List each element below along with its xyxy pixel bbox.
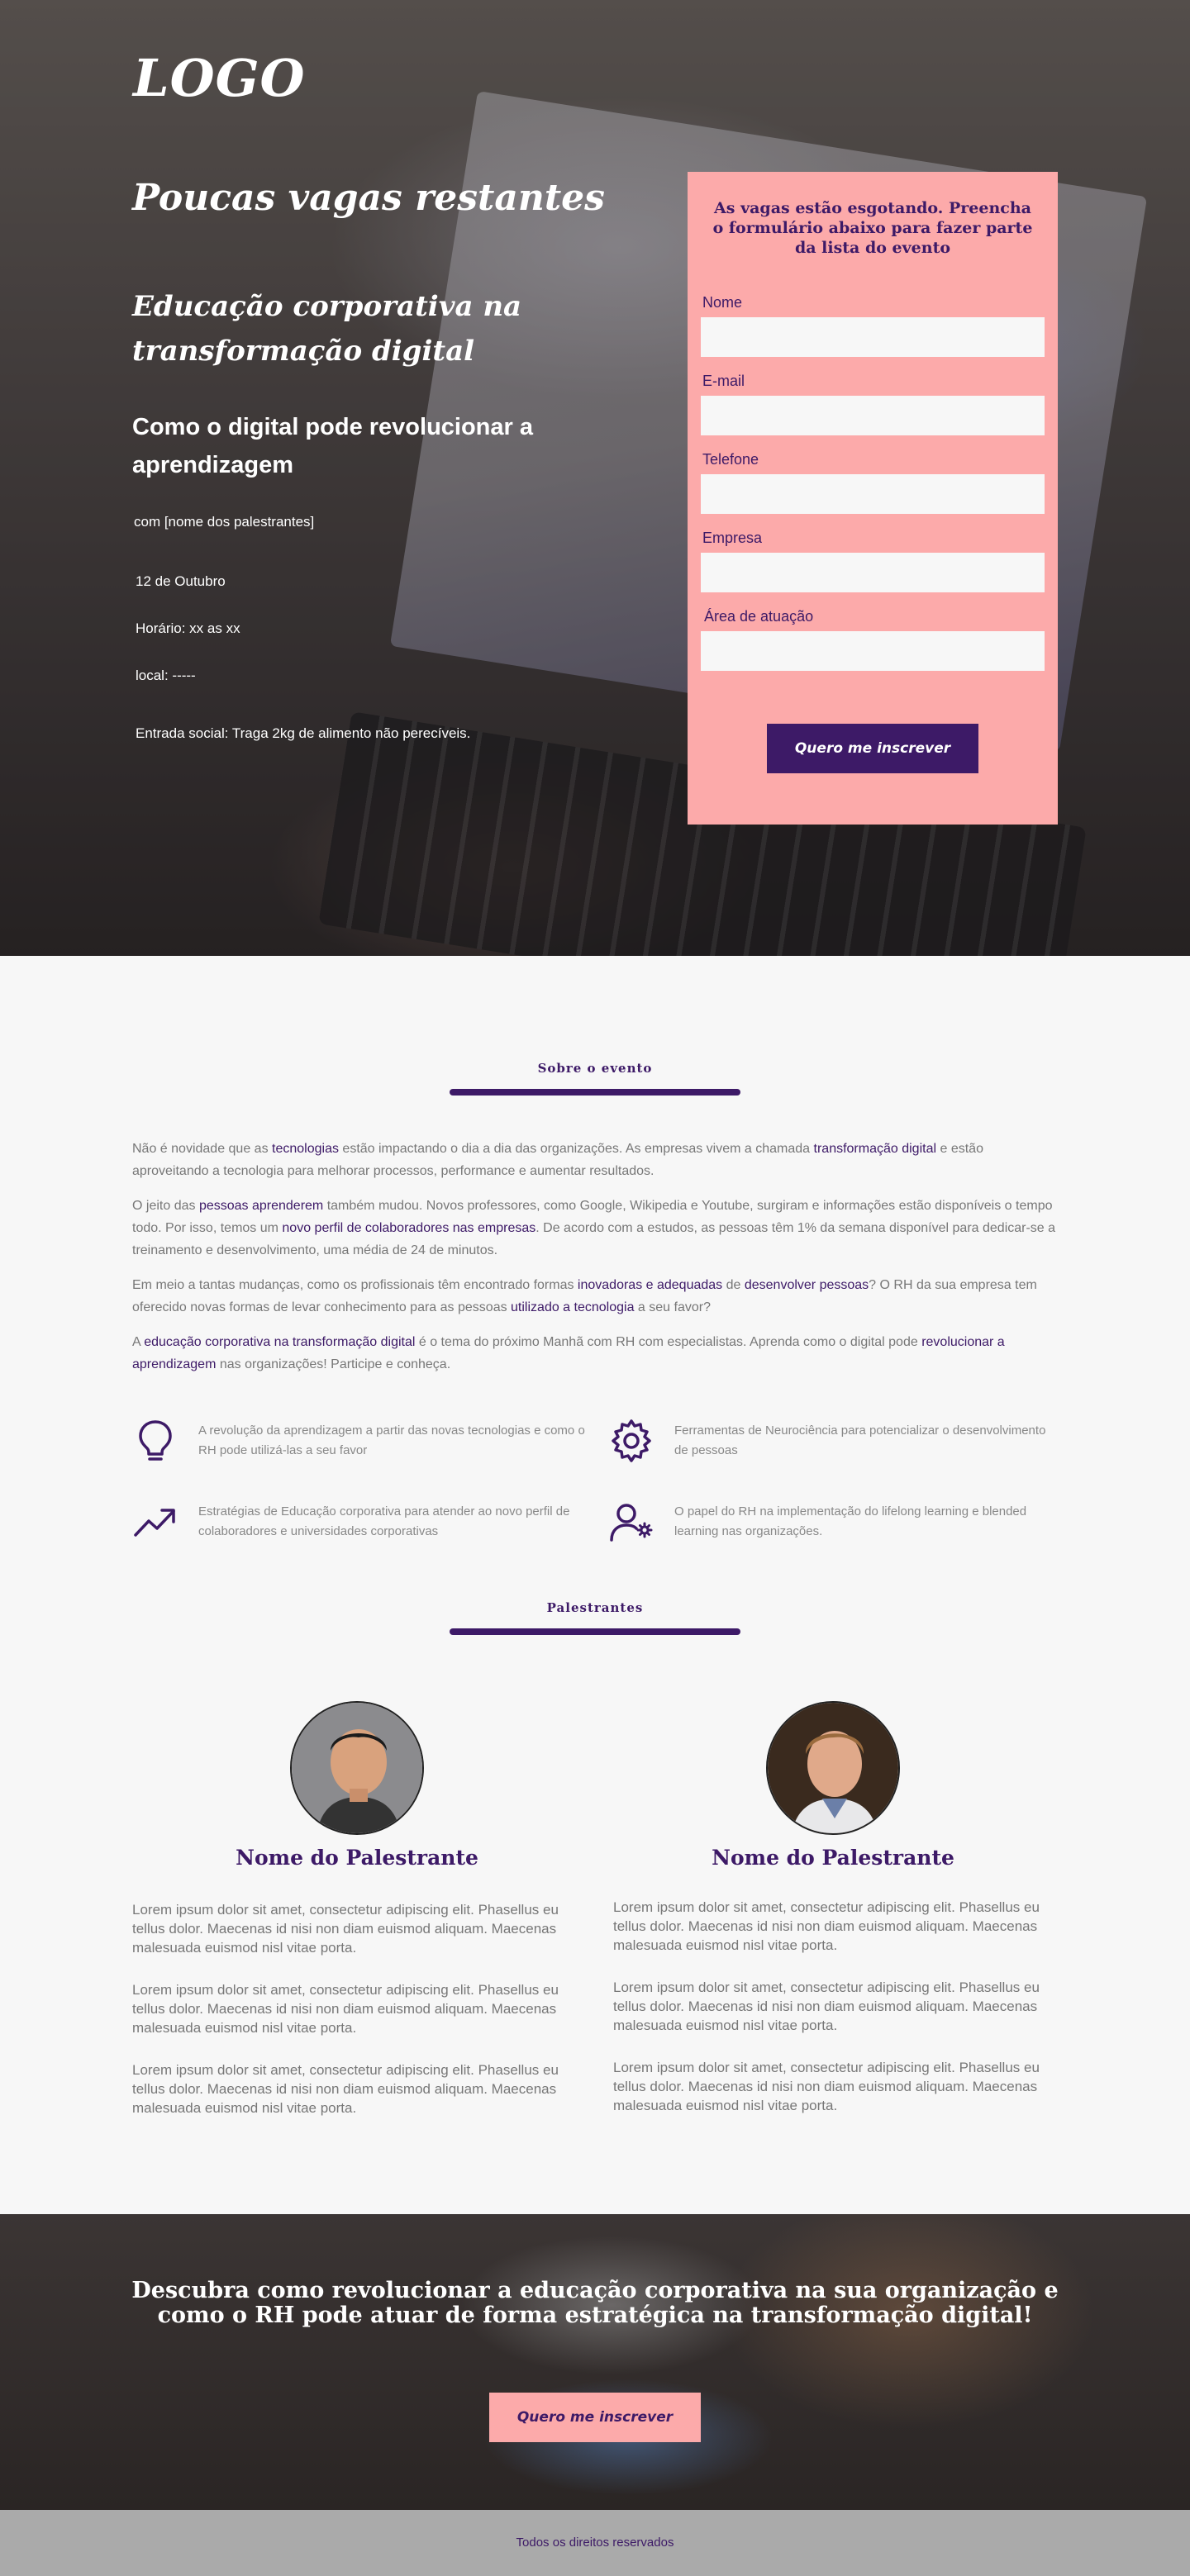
paragraph-text: a seu favor? xyxy=(634,1300,711,1314)
speaker-bio-paragraph: Lorem ipsum dolor sit amet, consectetur … xyxy=(132,1902,559,1956)
highlighted-keyword: desenvolver pessoas xyxy=(744,1278,869,1292)
speakers-line: com [nome dos palestrantes] xyxy=(134,514,315,530)
feature-item: Estratégias de Educação corporativa para… xyxy=(132,1499,595,1548)
form-title: As vagas estão esgotando. Preencha o for… xyxy=(712,199,1033,257)
event-location: local: ----- xyxy=(136,668,196,683)
hero-subtitle: Educação corporativa na transformação di… xyxy=(132,290,522,368)
gear-icon xyxy=(612,1419,651,1462)
about-title: Sobre o evento xyxy=(537,1061,653,1076)
speakers-title: Palestrantes xyxy=(546,1600,644,1615)
highlighted-keyword: utilizado a tecnologia xyxy=(511,1300,635,1314)
hero-subtitle-2: Como o digital pode revolucionar a apren… xyxy=(132,414,533,478)
cta-title: Descubra como revolucionar a educação co… xyxy=(131,2278,1059,2328)
paragraph-text: Não é novidade que as xyxy=(132,1142,273,1156)
speaker-avatar xyxy=(290,1701,424,1835)
feature-text: Estratégias de Educação corporativa para… xyxy=(198,1504,570,1538)
logo[interactable]: LOGO xyxy=(133,48,306,108)
feature-item: Ferramentas de Neurociência para potenci… xyxy=(608,1418,1071,1467)
user-settings-icon xyxy=(610,1504,653,1542)
paragraph-text: nas organizações! Participe e conheça. xyxy=(216,1357,451,1371)
area-input[interactable] xyxy=(701,631,1045,671)
lightbulb-icon xyxy=(139,1420,172,1461)
feature-item: A revolução da aprendizagem a partir das… xyxy=(132,1418,595,1467)
footer-copyright: Todos os direitos reservados xyxy=(516,2536,674,2550)
speaker-bio-paragraph: Lorem ipsum dolor sit amet, consectetur … xyxy=(132,1982,559,2036)
footer: Todos os direitos reservados xyxy=(0,2510,1190,2576)
speaker-name: Nome do Palestrante xyxy=(712,1846,954,1870)
speaker-photo-1 xyxy=(292,1703,422,1833)
feature-text: Ferramentas de Neurociência para potenci… xyxy=(674,1423,1046,1457)
speaker-avatar xyxy=(766,1701,900,1835)
hero-section: LOGO Poucas vagas restantes Educação cor… xyxy=(0,0,1190,956)
speakers-title-underline xyxy=(450,1628,740,1635)
email-label: E-mail xyxy=(702,373,745,389)
signup-form: As vagas estão esgotando. Preencha o for… xyxy=(688,172,1058,825)
highlighted-keyword: educação corporativa na transformação di… xyxy=(144,1335,416,1349)
feature-text: O papel do RH na implementação do lifelo… xyxy=(674,1504,1027,1538)
highlighted-keyword: pessoas aprenderem xyxy=(198,1199,324,1213)
area-label: Área de atuação xyxy=(704,608,814,625)
highlighted-keyword: tecnologias xyxy=(272,1142,339,1156)
paragraph-text: Em meio a tantas mudanças, como os profi… xyxy=(132,1278,578,1292)
trending-up-icon xyxy=(134,1509,175,1537)
hero-title: Poucas vagas restantes xyxy=(132,177,605,219)
phone-input[interactable] xyxy=(701,474,1045,514)
highlighted-keyword: transformação digital xyxy=(813,1142,937,1156)
highlighted-keyword: novo perfil de colaboradores nas empresa… xyxy=(282,1221,536,1235)
speaker-name: Nome do Palestrante xyxy=(236,1846,478,1870)
event-entry-note: Entrada social: Traga 2kg de alimento nã… xyxy=(136,725,471,741)
paragraph-text: é o tema do próximo Manhã com RH com esp… xyxy=(415,1335,922,1349)
speaker-bio-paragraph: Lorem ipsum dolor sit amet, consectetur … xyxy=(613,2060,1040,2113)
about-title-underline xyxy=(450,1089,740,1096)
speaker-bio-paragraph: Lorem ipsum dolor sit amet, consectetur … xyxy=(132,2062,559,2116)
highlighted-keyword: inovadoras e adequadas xyxy=(577,1278,723,1292)
email-input[interactable] xyxy=(701,396,1045,435)
paragraph-text: O jeito das xyxy=(132,1199,199,1213)
event-date: 12 de Outubro xyxy=(136,573,226,589)
phone-label: Telefone xyxy=(702,451,759,468)
about-paragraph-2: O jeito das pessoas aprenderem também mu… xyxy=(132,1195,1058,1262)
speaker-bio-paragraph: Lorem ipsum dolor sit amet, consectetur … xyxy=(613,1899,1040,1953)
about-paragraph-4: A educação corporativa na transformação … xyxy=(132,1331,1058,1376)
name-input[interactable] xyxy=(701,317,1045,357)
subscribe-button[interactable]: Quero me inscrever xyxy=(767,724,978,773)
about-paragraph-3: Em meio a tantas mudanças, como os profi… xyxy=(132,1274,1058,1319)
feature-text: A revolução da aprendizagem a partir das… xyxy=(198,1423,585,1457)
cta-subscribe-button[interactable]: Quero me inscrever xyxy=(489,2393,701,2442)
paragraph-text: A xyxy=(132,1335,145,1349)
feature-item: O papel do RH na implementação do lifelo… xyxy=(608,1499,1071,1548)
about-paragraph-1: Não é novidade que as tecnologias estão … xyxy=(132,1138,1058,1182)
company-input[interactable] xyxy=(701,553,1045,592)
speaker-photo-2 xyxy=(768,1703,898,1833)
speaker-bio-paragraph: Lorem ipsum dolor sit amet, consectetur … xyxy=(613,1980,1040,2033)
paragraph-text: de xyxy=(722,1278,745,1292)
name-label: Nome xyxy=(702,294,743,311)
event-time: Horário: xx as xx xyxy=(136,620,240,636)
paragraph-text: estão impactando o dia a dia das organiz… xyxy=(338,1142,814,1156)
company-label: Empresa xyxy=(702,530,763,546)
cta-section: Descubra como revolucionar a educação co… xyxy=(0,2214,1190,2510)
